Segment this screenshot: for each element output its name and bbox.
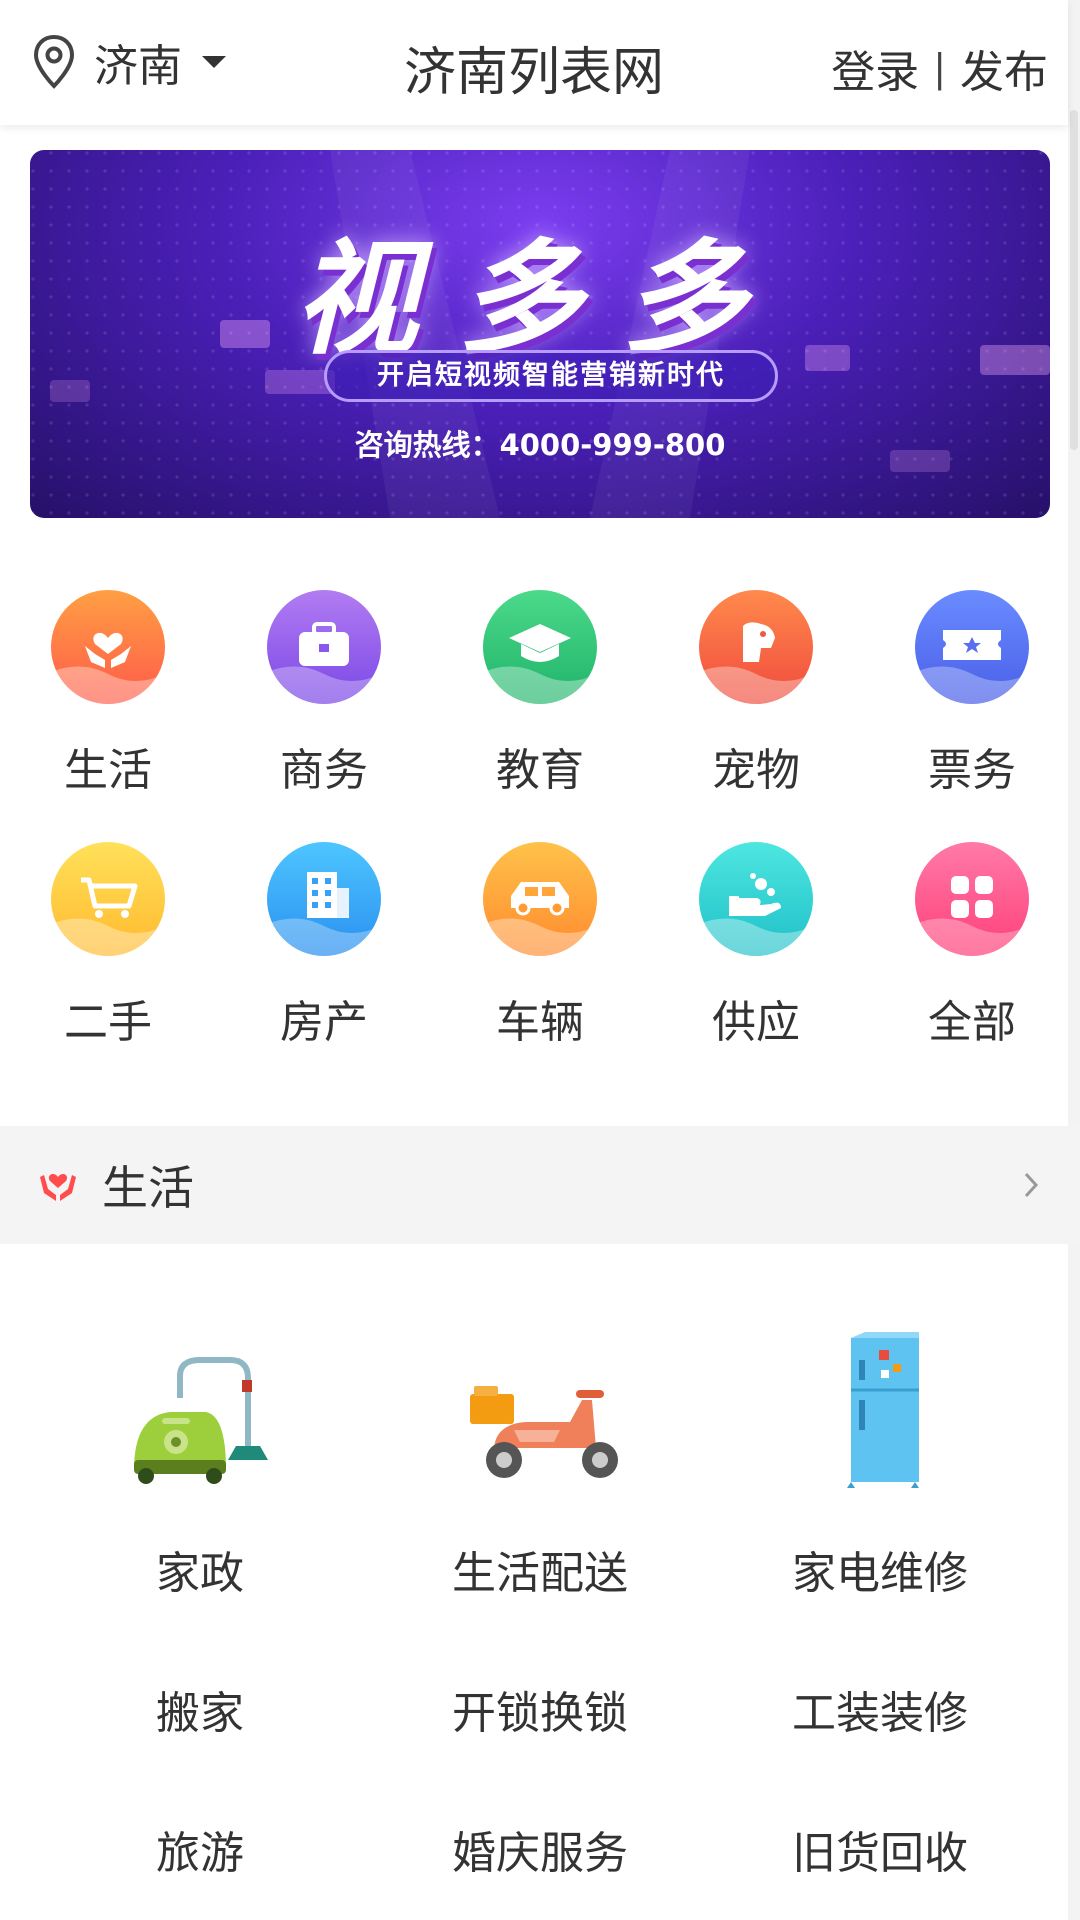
category-realestate[interactable]: 房产 xyxy=(216,842,432,1050)
category-life[interactable]: 生活 xyxy=(0,590,216,798)
service-locksmith[interactable]: 开锁换锁 xyxy=(390,1677,690,1741)
service-delivery[interactable]: 生活配送 xyxy=(390,1537,690,1601)
category-label: 商务 xyxy=(280,745,368,796)
cart-icon xyxy=(51,842,165,956)
section-header-life[interactable]: 生活 xyxy=(0,1126,1080,1244)
category-label: 供应 xyxy=(712,997,800,1048)
category-label: 票务 xyxy=(928,745,1016,796)
refrigerator-icon[interactable] xyxy=(795,1320,975,1500)
banner-hotline: 咨询热线：4000-999-800 xyxy=(354,428,726,462)
car-icon xyxy=(483,842,597,956)
category-pet[interactable]: 宠物 xyxy=(648,590,864,798)
grid-icon xyxy=(915,842,1029,956)
graduation-cap-icon xyxy=(483,590,597,704)
heart-hands-icon xyxy=(40,1174,76,1201)
promo-banner[interactable]: 视多多 开启短视频智能营销新时代 咨询热线：4000-999-800 xyxy=(30,150,1050,518)
category-vehicle[interactable]: 车辆 xyxy=(432,842,648,1050)
category-label: 全部 xyxy=(928,997,1016,1048)
category-secondhand[interactable]: 二手 xyxy=(0,842,216,1050)
hand-supply-icon xyxy=(699,842,813,956)
auth-separator: | xyxy=(933,46,946,90)
category-label: 生活 xyxy=(64,745,152,796)
service-housekeeping[interactable]: 家政 xyxy=(50,1537,350,1601)
service-appliance-repair[interactable]: 家电维修 xyxy=(730,1537,1030,1601)
service-moving[interactable]: 搬家 xyxy=(50,1677,350,1741)
scrollbar-thumb[interactable] xyxy=(1070,110,1078,450)
briefcase-icon xyxy=(267,590,381,704)
ticket-icon xyxy=(915,590,1029,704)
top-header: 济南 济南列表网 登录 | 发布 xyxy=(0,0,1068,125)
building-icon xyxy=(267,842,381,956)
service-recycling[interactable]: 旧货回收 xyxy=(730,1817,1030,1881)
auth-links: 登录 | 发布 xyxy=(831,36,1048,100)
service-travel[interactable]: 旅游 xyxy=(50,1817,350,1881)
category-label: 房产 xyxy=(280,997,368,1048)
login-link[interactable]: 登录 xyxy=(831,36,919,100)
vacuum-cleaner-icon[interactable] xyxy=(110,1320,290,1500)
chevron-right-icon[interactable] xyxy=(1016,1168,1046,1202)
dog-icon xyxy=(699,590,813,704)
category-education[interactable]: 教育 xyxy=(432,590,648,798)
category-ticket[interactable]: 票务 xyxy=(864,590,1080,798)
category-label: 车辆 xyxy=(496,997,584,1048)
category-business[interactable]: 商务 xyxy=(216,590,432,798)
category-all[interactable]: 全部 xyxy=(864,842,1080,1050)
category-label: 宠物 xyxy=(712,745,800,796)
category-label: 二手 xyxy=(64,997,152,1048)
category-label: 教育 xyxy=(496,745,584,796)
heart-hands-icon xyxy=(51,590,165,704)
service-renovation[interactable]: 工装装修 xyxy=(730,1677,1030,1741)
publish-link[interactable]: 发布 xyxy=(960,36,1048,100)
service-wedding[interactable]: 婚庆服务 xyxy=(390,1817,690,1881)
banner-tagline: 开启短视频智能营销新时代 xyxy=(324,350,778,402)
section-title: 生活 xyxy=(102,1161,194,1215)
scooter-icon[interactable] xyxy=(450,1320,630,1500)
category-supply[interactable]: 供应 xyxy=(648,842,864,1050)
